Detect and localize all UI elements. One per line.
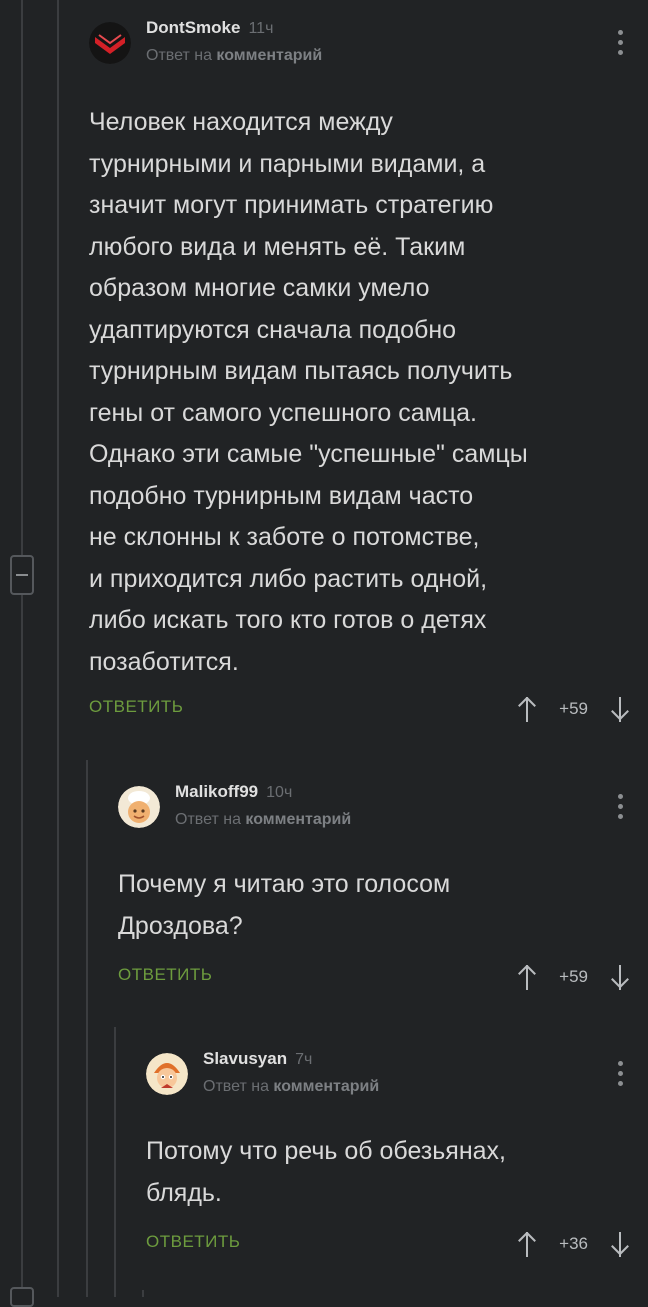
- more-options-icon[interactable]: [618, 30, 624, 60]
- username[interactable]: DontSmoke 11ч: [146, 18, 273, 38]
- comment-actions: ОТВЕТИТЬ +36: [146, 1228, 630, 1268]
- collapse-thread-button[interactable]: [10, 1287, 34, 1307]
- upvote-arrow-icon[interactable]: [517, 962, 537, 992]
- vote-controls: +59: [517, 961, 630, 993]
- comment-time: 7ч: [295, 1051, 313, 1068]
- thread-line: [21, 0, 23, 1297]
- comment-text: Потому что речь об обезьянах, блядь.: [146, 1137, 506, 1207]
- more-options-icon[interactable]: [618, 1061, 624, 1091]
- upvote-arrow-icon[interactable]: [517, 694, 537, 724]
- downvote-arrow-icon[interactable]: [610, 1229, 630, 1259]
- downvote-arrow-icon[interactable]: [610, 962, 630, 992]
- comment-actions: ОТВЕТИТЬ +59: [118, 961, 630, 1001]
- reply-to-link[interactable]: Ответ на комментарий: [146, 47, 322, 65]
- username[interactable]: Slavusyan 7ч: [203, 1049, 312, 1069]
- vote-controls: +59: [517, 693, 630, 725]
- comment-time: 10ч: [266, 784, 293, 801]
- reply-to-link[interactable]: Ответ на комментарий: [175, 811, 351, 829]
- comment-header: DontSmoke 11ч Ответ на комментарий: [89, 18, 630, 70]
- comment-score: +36: [559, 1234, 588, 1253]
- comment-text: Человек находится между турнирными и пар…: [89, 108, 528, 676]
- collapse-thread-button[interactable]: [10, 555, 34, 595]
- upvote-arrow-icon[interactable]: [517, 1229, 537, 1259]
- vote-controls: +36: [517, 1228, 630, 1260]
- comment: Malikoff99 10ч Ответ на комментарий Почем…: [118, 782, 630, 1001]
- thread-line: [57, 0, 59, 1297]
- reply-button[interactable]: ОТВЕТИТЬ: [118, 965, 212, 985]
- thread-line: [142, 1290, 144, 1297]
- comment-score: +59: [559, 967, 588, 986]
- minus-icon: [16, 574, 28, 576]
- comment-actions: ОТВЕТИТЬ +59: [89, 693, 630, 733]
- username[interactable]: Malikoff99 10ч: [175, 782, 292, 802]
- thread-line: [114, 1027, 116, 1297]
- downvote-arrow-icon[interactable]: [610, 694, 630, 724]
- comment-score: +59: [559, 699, 588, 718]
- comment: Slavusyan 7ч Ответ на комментарий Потому …: [146, 1049, 630, 1268]
- comment-header: Slavusyan 7ч Ответ на комментарий: [146, 1049, 630, 1101]
- more-options-icon[interactable]: [618, 794, 624, 824]
- cartoon-character-avatar-icon[interactable]: [146, 1053, 188, 1095]
- comment-time: 11ч: [248, 20, 274, 37]
- reply-button[interactable]: ОТВЕТИТЬ: [146, 1232, 240, 1252]
- chef-avatar-icon[interactable]: [118, 786, 160, 828]
- red-chevron-logo-icon[interactable]: [89, 22, 131, 64]
- thread-line: [86, 760, 88, 1297]
- comment-header: Malikoff99 10ч Ответ на комментарий: [118, 782, 630, 834]
- comment-text: Почему я читаю это голосом Дроздова?: [118, 870, 451, 940]
- reply-to-link[interactable]: Ответ на комментарий: [203, 1078, 379, 1096]
- comment: DontSmoke 11ч Ответ на комментарий Челове…: [89, 18, 630, 733]
- reply-button[interactable]: ОТВЕТИТЬ: [89, 697, 183, 717]
